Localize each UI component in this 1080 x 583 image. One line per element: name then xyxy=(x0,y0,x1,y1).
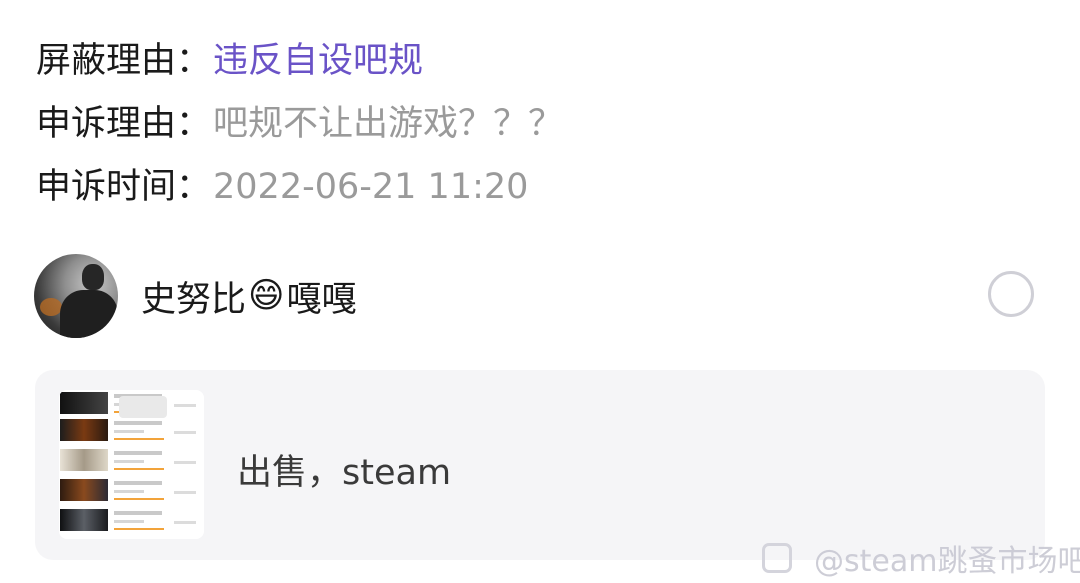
game-cover xyxy=(60,449,108,471)
watermark-text: @steam跳蚤市场吧 xyxy=(814,544,1080,579)
thumb-row xyxy=(59,479,204,504)
username[interactable]: 史努比 😄 嘎嘎 xyxy=(141,271,357,322)
appeal-reason-value: 吧规不让出游戏？？？ xyxy=(213,104,564,144)
thumb-row xyxy=(59,449,204,474)
avatar-glow xyxy=(40,298,62,316)
avatar-head xyxy=(82,264,104,290)
appeal-reason-row: 申诉理由： 吧规不让出游戏？？？ xyxy=(36,93,563,156)
appeal-time-label: 申诉时间： xyxy=(36,167,212,207)
avatar[interactable] xyxy=(34,254,118,338)
thumb-row xyxy=(59,419,204,444)
post-card[interactable]: 出售，steam xyxy=(35,370,1045,560)
post-text: 出售，steam xyxy=(237,453,452,493)
block-reason-link[interactable]: 违反自设吧规 xyxy=(213,44,423,79)
username-part1: 史努比 xyxy=(141,279,247,320)
appeal-time-value: 2022-06-21 11:20 xyxy=(213,167,529,207)
appeal-details: 屏蔽理由： 违反自设吧规 申诉理由： 吧规不让出游戏？？？ 申诉时间： 2022… xyxy=(36,30,563,219)
game-cover xyxy=(60,419,108,441)
avatar-figure xyxy=(60,290,118,338)
watermark: @steam跳蚤市场吧 xyxy=(762,536,1080,580)
block-reason-row: 屏蔽理由： 违反自设吧规 xyxy=(36,30,563,93)
post-author[interactable]: 史努比 😄 嘎嘎 xyxy=(34,254,357,338)
post-thumbnail[interactable] xyxy=(59,390,204,539)
select-radio[interactable] xyxy=(988,271,1034,317)
tieba-logo-icon xyxy=(762,543,792,573)
block-reason-label: 屏蔽理由： xyxy=(36,41,212,81)
game-cover xyxy=(60,509,108,531)
game-cover xyxy=(60,479,108,501)
smile-emoji-icon: 😄 xyxy=(248,276,285,316)
username-part2: 嘎嘎 xyxy=(286,279,357,320)
thumb-row xyxy=(59,392,204,418)
appeal-time-row: 申诉时间： 2022-06-21 11:20 xyxy=(36,156,563,219)
appeal-reason-label: 申诉理由： xyxy=(36,104,212,144)
thumb-row xyxy=(59,509,204,534)
blur-overlay xyxy=(119,396,167,418)
game-cover xyxy=(60,392,108,414)
